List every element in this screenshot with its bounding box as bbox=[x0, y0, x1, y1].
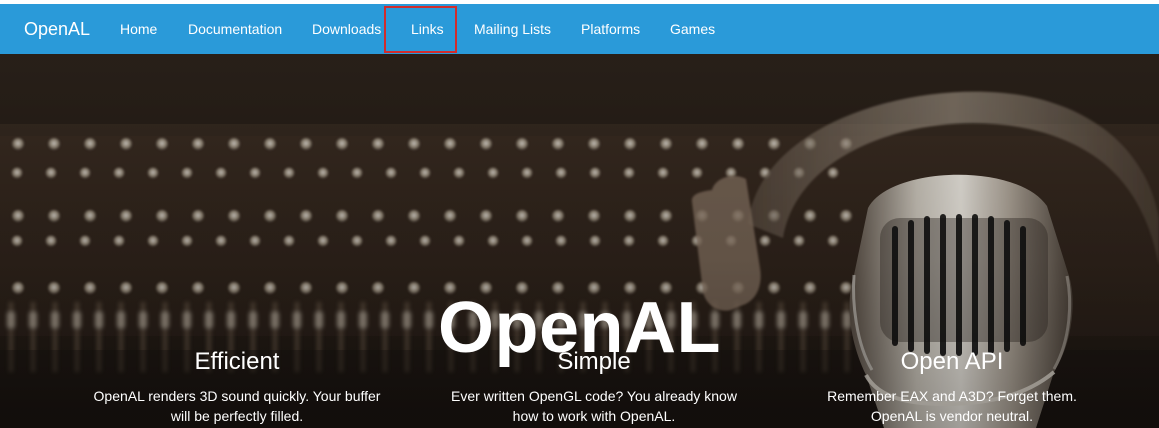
navbar: OpenAL Home Documentation Downloads Link… bbox=[0, 4, 1159, 54]
feature-title: Efficient bbox=[194, 348, 280, 375]
feature-text: Ever written OpenGL code? You already kn… bbox=[451, 387, 737, 425]
feature-efficient: Efficient OpenAL renders 3D sound quickl… bbox=[87, 348, 387, 426]
links-highlight-box bbox=[384, 6, 457, 53]
brand-link[interactable]: OpenAL bbox=[24, 4, 90, 54]
feature-simple: Simple Ever written OpenGL code? You alr… bbox=[444, 348, 744, 426]
nav-documentation-link[interactable]: Documentation bbox=[188, 4, 282, 54]
nav-platforms-link[interactable]: Platforms bbox=[581, 4, 640, 54]
page: OpenAL Home Documentation Downloads Link… bbox=[0, 0, 1159, 428]
nav-home-link[interactable]: Home bbox=[120, 4, 157, 54]
feature-text: OpenAL renders 3D sound quickly. Your bu… bbox=[93, 387, 381, 425]
nav-mailing-lists-link[interactable]: Mailing Lists bbox=[474, 4, 551, 54]
feature-text: Remember EAX and A3D? Forget them. OpenA… bbox=[827, 387, 1077, 425]
nav-downloads-link[interactable]: Downloads bbox=[312, 4, 381, 54]
hero-section: OpenAL Efficient OpenAL renders 3D sound… bbox=[0, 54, 1159, 428]
feature-title: Open API bbox=[900, 348, 1004, 375]
feature-open-api: Open API Remember EAX and A3D? Forget th… bbox=[802, 348, 1102, 426]
nav-games-link[interactable]: Games bbox=[670, 4, 715, 54]
feature-title: Simple bbox=[557, 348, 631, 375]
